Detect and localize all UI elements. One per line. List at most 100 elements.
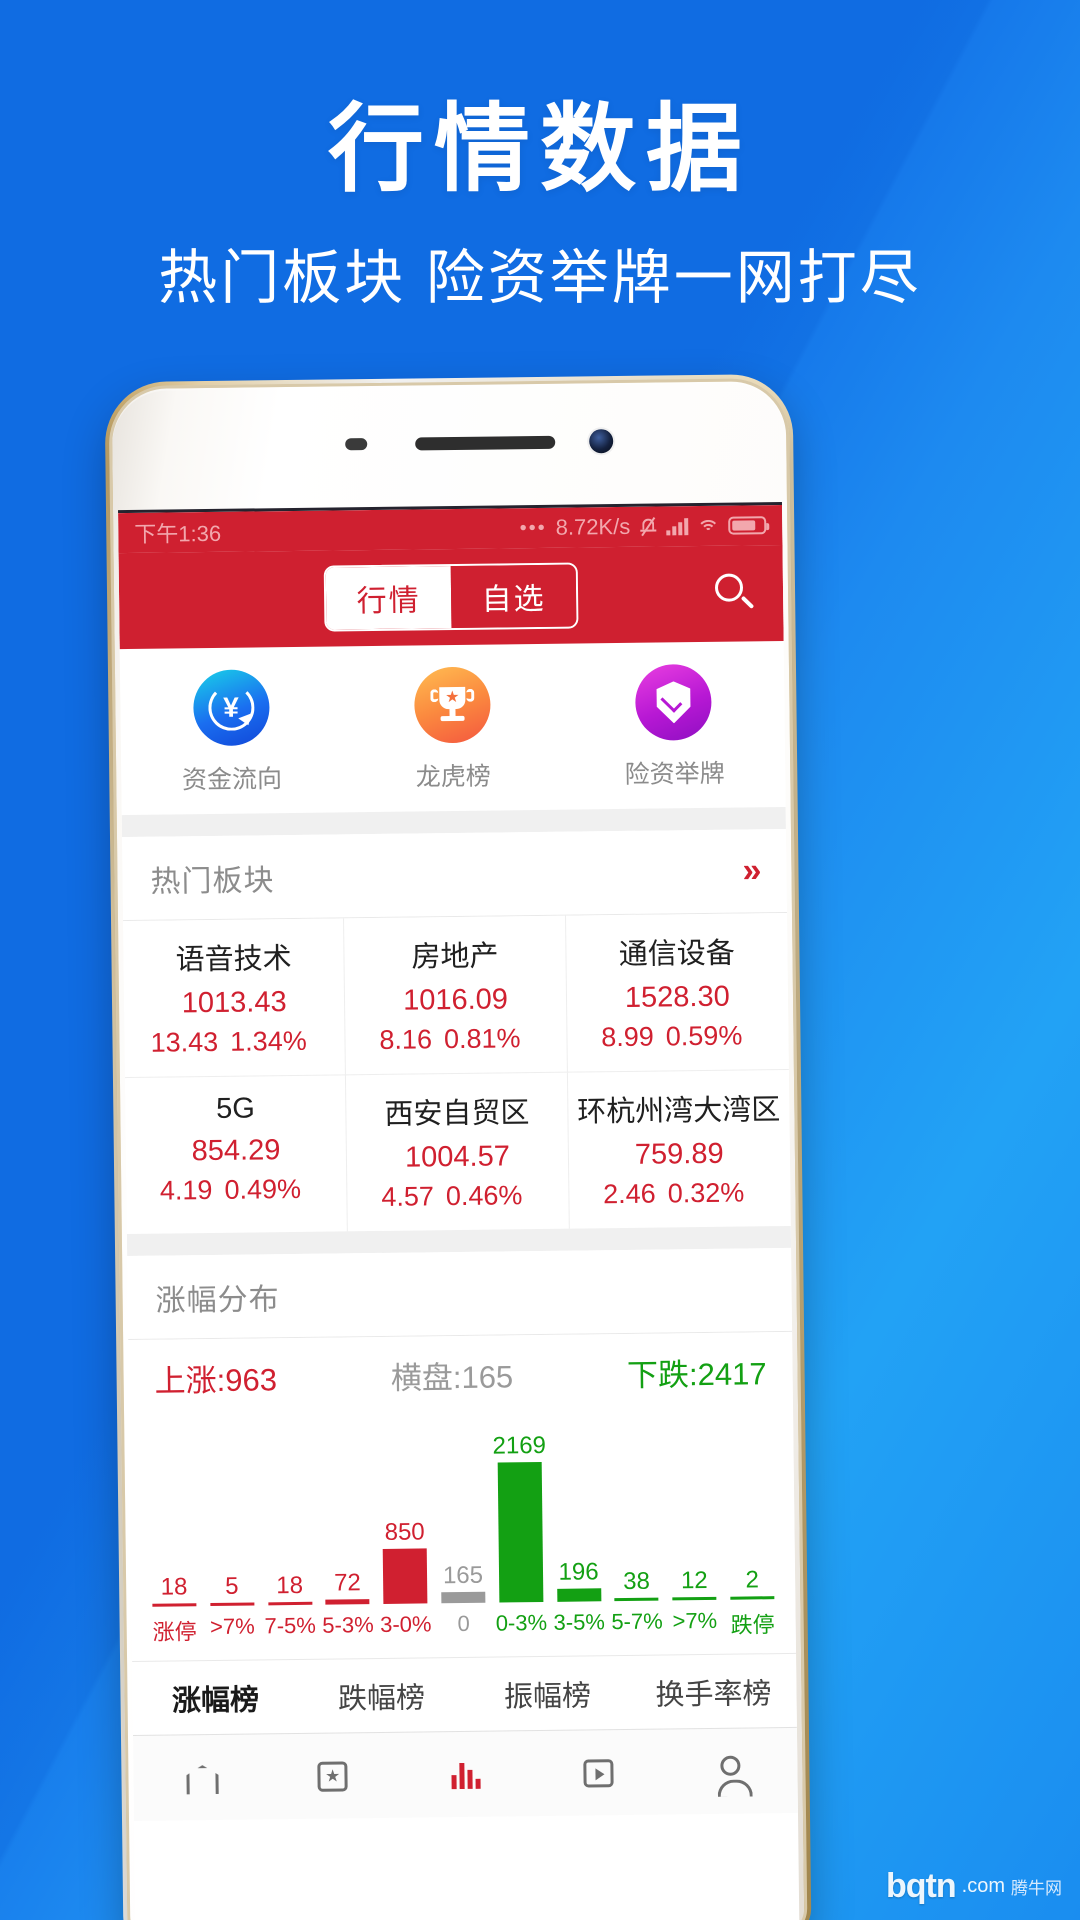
chart-axis-label: 跌停 (730, 1612, 775, 1638)
sector-cell[interactable]: 通信设备 1528.30 8.99 0.59% (565, 912, 789, 1073)
money-flow-icon: ¥ (192, 669, 270, 747)
distribution-header: 涨幅分布 (127, 1247, 793, 1341)
sector-cell[interactable]: 房地产 1016.09 8.16 0.81% (344, 915, 568, 1076)
rank-tab-losers[interactable]: 跌幅榜 (298, 1673, 465, 1717)
phone-mockup: 下午1:36 ••• 8.72K/s 行情 自选 ¥ 资金流向 ★ 龙虎榜 险资… (104, 373, 812, 1920)
promo-text-block: 行情数据 热门板块 险资举牌一网打尽 (0, 95, 1080, 314)
chart-bar-value: 2 (745, 1566, 759, 1594)
status-right-group: ••• 8.72K/s (519, 512, 767, 542)
quick-entry-money-flow[interactable]: ¥ 资金流向 (120, 668, 343, 797)
market-segmented-control[interactable]: 行情 自选 (323, 562, 579, 632)
network-speed-text: 8.72K/s (555, 513, 631, 540)
legend-up-count: 上涨:963 (154, 1362, 278, 1399)
watermark: bqtn .com 腾牛网 (886, 1867, 1062, 1906)
sector-cell[interactable]: 语音技术 1013.43 13.43 1.34% (123, 918, 347, 1079)
sector-price: 1013.43 (181, 986, 287, 1020)
chart-bar-value: 72 (333, 1569, 361, 1597)
rank-tab-amplitude[interactable]: 振幅榜 (464, 1671, 631, 1715)
sector-price: 1528.30 (624, 980, 730, 1014)
chart-bar-value: 2169 (492, 1431, 547, 1460)
chart-axis-label: 5-7% (611, 1608, 663, 1635)
sector-name: 通信设备 (618, 937, 735, 972)
chart-bar-value: 12 (680, 1566, 708, 1595)
promo-title: 行情数据 (328, 96, 752, 203)
hot-sectors-title: 热门板块 (150, 863, 275, 899)
status-time: 下午1:36 (134, 520, 222, 547)
chart-bar-column: 18 (143, 1414, 203, 1607)
chart-bar-column: 18 (259, 1413, 319, 1606)
chart-axis-label: 5-3% (322, 1612, 374, 1638)
chart-bar-value: 18 (160, 1573, 188, 1601)
sector-percent: 0.49% (224, 1173, 302, 1205)
legend-flat-count: 横盘:165 (390, 1359, 514, 1396)
sector-price: 1004.57 (404, 1140, 511, 1174)
tab-market[interactable]: 行情 (325, 566, 452, 630)
sector-name: 语音技术 (175, 943, 292, 977)
bell-muted-icon (639, 516, 657, 537)
sector-cell[interactable]: 西安自贸区 1004.57 4.57 0.46% (346, 1072, 570, 1232)
chart-bar (497, 1462, 544, 1603)
quick-entry-label: 资金流向 (181, 765, 283, 795)
nav-item-watchlist[interactable]: ★ (266, 1756, 399, 1796)
sector-change: 4.57 (381, 1181, 435, 1212)
chart-icon (445, 1755, 485, 1793)
chart-bar (556, 1588, 601, 1602)
sector-percent: 0.81% (443, 1023, 521, 1055)
chart-bar-value: 18 (276, 1571, 304, 1600)
hot-sectors-more-button[interactable]: » (742, 851, 758, 890)
sector-change: 13.43 (150, 1026, 219, 1058)
chart-bar (325, 1599, 370, 1605)
chart-bar-column: 2169 (490, 1410, 550, 1603)
chart-bar-value: 165 (442, 1561, 484, 1590)
user-icon (711, 1752, 751, 1790)
rank-tab-bar: 涨幅榜 跌幅榜 振幅榜 换手率榜 (132, 1652, 797, 1736)
front-camera-icon (589, 429, 614, 454)
chart-bar-value: 5 (225, 1572, 239, 1600)
tab-watchlist[interactable]: 自选 (450, 564, 577, 629)
legend-down-count: 下跌:2417 (626, 1356, 767, 1393)
nav-item-video[interactable] (532, 1753, 665, 1793)
sector-change-group: 8.16 0.81% (352, 1023, 561, 1057)
sector-percent: 0.32% (667, 1177, 745, 1209)
sector-change: 8.99 (601, 1021, 654, 1053)
chart-bar (382, 1548, 428, 1604)
rank-tab-turnover[interactable]: 换手率榜 (630, 1669, 797, 1713)
quick-entry-insurance-stake[interactable]: 险资举牌 (563, 663, 786, 792)
quick-entry-dragon-tiger[interactable]: ★ 龙虎榜 (341, 666, 564, 795)
nav-item-home[interactable] (133, 1758, 266, 1798)
promo-subtitle: 热门板块 险资举牌一网打尽 (158, 245, 922, 312)
wifi-icon (697, 517, 720, 542)
play-icon (578, 1754, 618, 1792)
distribution-bar-chart: 18 5 18 72 850 165 2169 196 38 12 2 (128, 1398, 796, 1608)
chart-bar-column: 165 (432, 1411, 492, 1604)
search-icon[interactable] (713, 571, 758, 616)
nav-item-market[interactable] (399, 1755, 532, 1795)
chart-bar (152, 1603, 197, 1607)
chart-bar (614, 1597, 659, 1602)
watermark-logo: bqtn (886, 1867, 957, 1905)
sector-price: 854.29 (191, 1134, 281, 1168)
rank-tab-gainers[interactable]: 涨幅榜 (132, 1675, 299, 1719)
sector-change-group: 4.57 0.46% (354, 1180, 563, 1214)
sector-change-group: 2.46 0.32% (575, 1177, 785, 1211)
sector-change-group: 13.43 1.34% (130, 1025, 339, 1059)
distribution-title: 涨幅分布 (155, 1282, 280, 1318)
signal-bars-icon (666, 517, 689, 536)
sector-cell[interactable]: 5G 854.29 4.19 0.49% (124, 1075, 349, 1235)
chart-axis-label: 3-0% (379, 1611, 432, 1637)
distribution-axis-labels: 涨停 >7% 7-5% 5-3% 3-0% 0 0-3% 3-5% 5-7% >7% 跌停 (131, 1598, 797, 1662)
chart-bar (267, 1601, 312, 1606)
battery-icon (728, 516, 767, 535)
quick-entry-label: 险资举牌 (624, 759, 725, 789)
sector-cell[interactable]: 环杭州湾大湾区 759.89 2.46 0.32% (568, 1070, 791, 1229)
sector-price: 1016.09 (402, 983, 509, 1017)
sector-name: 环杭州湾大湾区 (577, 1094, 781, 1129)
sector-price: 759.89 (634, 1137, 724, 1171)
distribution-legend: 上涨:963 横盘:165 下跌:2417 (128, 1331, 793, 1408)
sector-name: 5G (215, 1092, 256, 1125)
nav-item-profile[interactable] (664, 1751, 797, 1791)
phone-top-bezel (108, 378, 789, 510)
star-icon: ★ (312, 1757, 352, 1795)
chart-bar-column: 196 (548, 1409, 608, 1602)
hot-sectors-grid: 语音技术 1013.43 13.43 1.34% 房地产 1016.09 8.16… (123, 912, 791, 1235)
